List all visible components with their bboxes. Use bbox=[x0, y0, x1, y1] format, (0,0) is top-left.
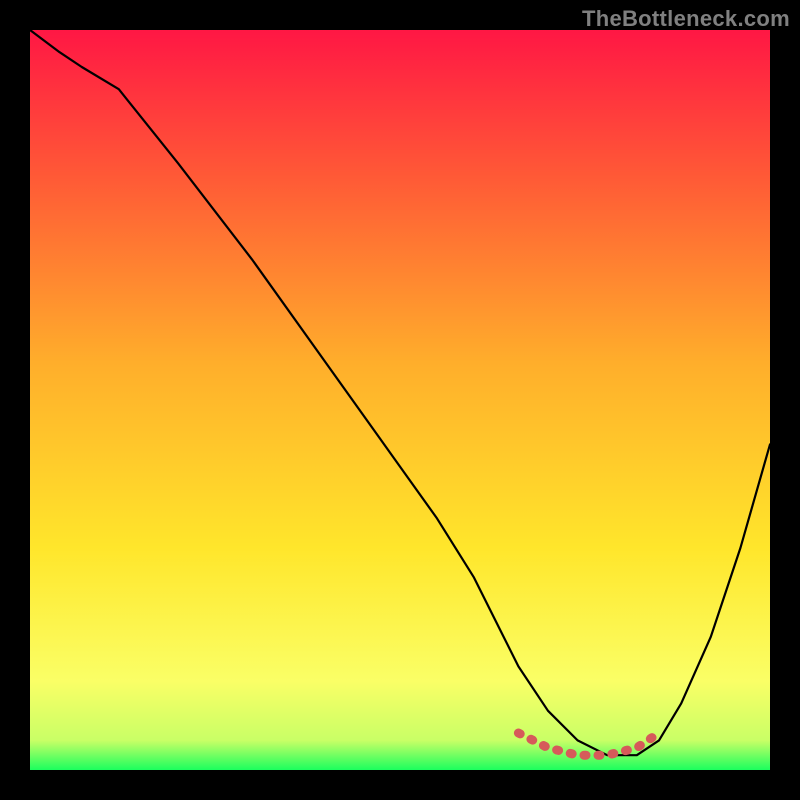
chart-lines bbox=[30, 30, 770, 770]
optimal-region-marker bbox=[518, 733, 659, 755]
bottleneck-curve-line bbox=[30, 30, 770, 755]
watermark-text: TheBottleneck.com bbox=[582, 6, 790, 32]
chart-plot-area bbox=[30, 30, 770, 770]
